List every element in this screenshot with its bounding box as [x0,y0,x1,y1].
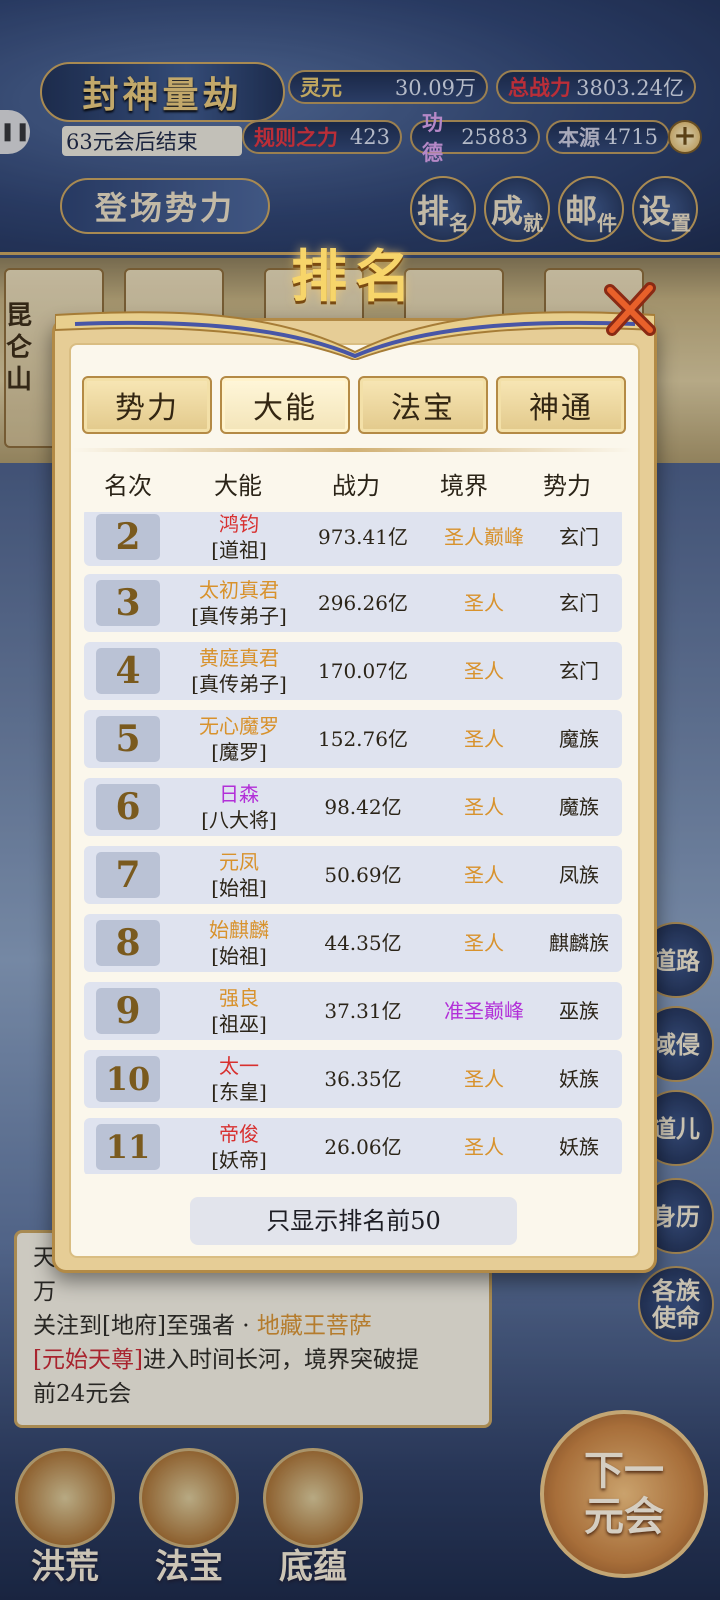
player-title: [始祖] [211,944,267,968]
player-name: 强良 [219,986,259,1010]
ranking-list[interactable]: 2 鸿钧 [道祖] 973.41亿 圣人巅峰 玄门 3 太初真君 [真传弟子] … [80,512,626,1174]
realm: 圣人 [464,795,504,819]
player-title: [东皇] [211,1080,267,1104]
realm: 圣人 [464,931,504,955]
player-title: [魔罗] [211,740,267,764]
tab-faction[interactable]: 势力 [82,376,212,434]
combat-power: 98.42亿 [324,795,402,819]
column-header-rank: 名次 [104,472,152,500]
player-name: 鸿钧 [219,512,259,536]
rank-badge: 11 [96,1124,160,1170]
combat-power: 37.31亿 [324,999,402,1023]
rank-badge: 9 [96,988,160,1034]
player-title: [妖帝] [211,1148,267,1172]
ranking-row[interactable]: 3 太初真君 [真传弟子] 296.26亿 圣人 玄门 [84,574,622,632]
tab-divine-art[interactable]: 神通 [496,376,626,434]
close-icon[interactable] [600,280,660,340]
player-name: 始麒麟 [209,918,269,942]
faction: 凤族 [559,863,599,887]
rank-badge: 3 [96,580,160,626]
rank-badge: 6 [96,784,160,830]
faction: 玄门 [559,591,599,615]
tab-great-power[interactable]: 大能 [220,376,350,434]
column-header-realm: 境界 [440,472,488,500]
column-header-name: 大能 [214,472,262,500]
player-title: [祖巫] [211,1012,267,1036]
player-name: 太初真君 [199,578,279,602]
faction: 妖族 [559,1067,599,1091]
ranking-row[interactable]: 4 黄庭真君 [真传弟子] 170.07亿 圣人 玄门 [84,642,622,700]
faction: 魔族 [559,727,599,751]
rank-badge: 4 [96,648,160,694]
player-name: 日森 [219,782,259,806]
player-title: [真传弟子] [191,604,287,628]
combat-power: 44.35亿 [324,931,402,955]
faction: 麒麟族 [549,931,609,955]
divider [72,448,632,452]
player-title: [道祖] [211,538,267,562]
realm: 圣人 [464,659,504,683]
modal-title: 排名 [291,244,419,310]
ranking-row[interactable]: 2 鸿钧 [道祖] 973.41亿 圣人巅峰 玄门 [84,512,622,566]
rank-badge: 7 [96,852,160,898]
combat-power: 50.69亿 [324,863,402,887]
realm: 圣人 [464,727,504,751]
combat-power: 152.76亿 [318,727,408,751]
rank-badge: 5 [96,716,160,762]
ranking-row[interactable]: 11 帝俊 [妖帝] 26.06亿 圣人 妖族 [84,1118,622,1174]
realm: 圣人巅峰 [444,525,524,549]
player-title: [始祖] [211,876,267,900]
realm: 圣人 [464,863,504,887]
ranking-row[interactable]: 8 始麒麟 [始祖] 44.35亿 圣人 麒麟族 [84,914,622,972]
realm: 圣人 [464,1135,504,1159]
tab-treasure[interactable]: 法宝 [358,376,488,434]
ranking-row[interactable]: 5 无心魔罗 [魔罗] 152.76亿 圣人 魔族 [84,710,622,768]
combat-power: 170.07亿 [318,659,408,683]
player-title: [八大将] [201,808,277,832]
rank-badge: 10 [96,1056,160,1102]
ranking-row[interactable]: 10 太一 [东皇] 36.35亿 圣人 妖族 [84,1050,622,1108]
player-name: 帝俊 [219,1122,259,1146]
column-header-faction: 势力 [543,472,591,500]
player-name: 太一 [219,1054,259,1078]
combat-power: 973.41亿 [318,525,408,549]
combat-power: 36.35亿 [324,1067,402,1091]
ranking-tabs: 势力 大能 法宝 神通 [80,376,626,436]
player-name: 无心魔罗 [199,714,279,738]
ranking-row[interactable]: 9 强良 [祖巫] 37.31亿 准圣巅峰 巫族 [84,982,622,1040]
player-name: 黄庭真君 [199,646,279,670]
ranking-row[interactable]: 7 元凤 [始祖] 50.69亿 圣人 凤族 [84,846,622,904]
faction: 玄门 [559,659,599,683]
rank-badge: 8 [96,920,160,966]
faction: 妖族 [559,1135,599,1159]
combat-power: 26.06亿 [324,1135,402,1159]
rank-badge: 2 [96,514,160,560]
ranking-row[interactable]: 6 日森 [八大将] 98.42亿 圣人 魔族 [84,778,622,836]
player-name: 元凤 [219,850,259,874]
show-top-50-button[interactable]: 只显示排名前50 [190,1197,517,1245]
realm: 圣人 [464,1067,504,1091]
column-header-power: 战力 [332,472,380,500]
combat-power: 296.26亿 [318,591,408,615]
faction: 巫族 [559,999,599,1023]
realm: 圣人 [464,591,504,615]
realm: 准圣巅峰 [444,999,524,1023]
faction: 魔族 [559,795,599,819]
player-title: [真传弟子] [191,672,287,696]
faction: 玄门 [559,525,599,549]
